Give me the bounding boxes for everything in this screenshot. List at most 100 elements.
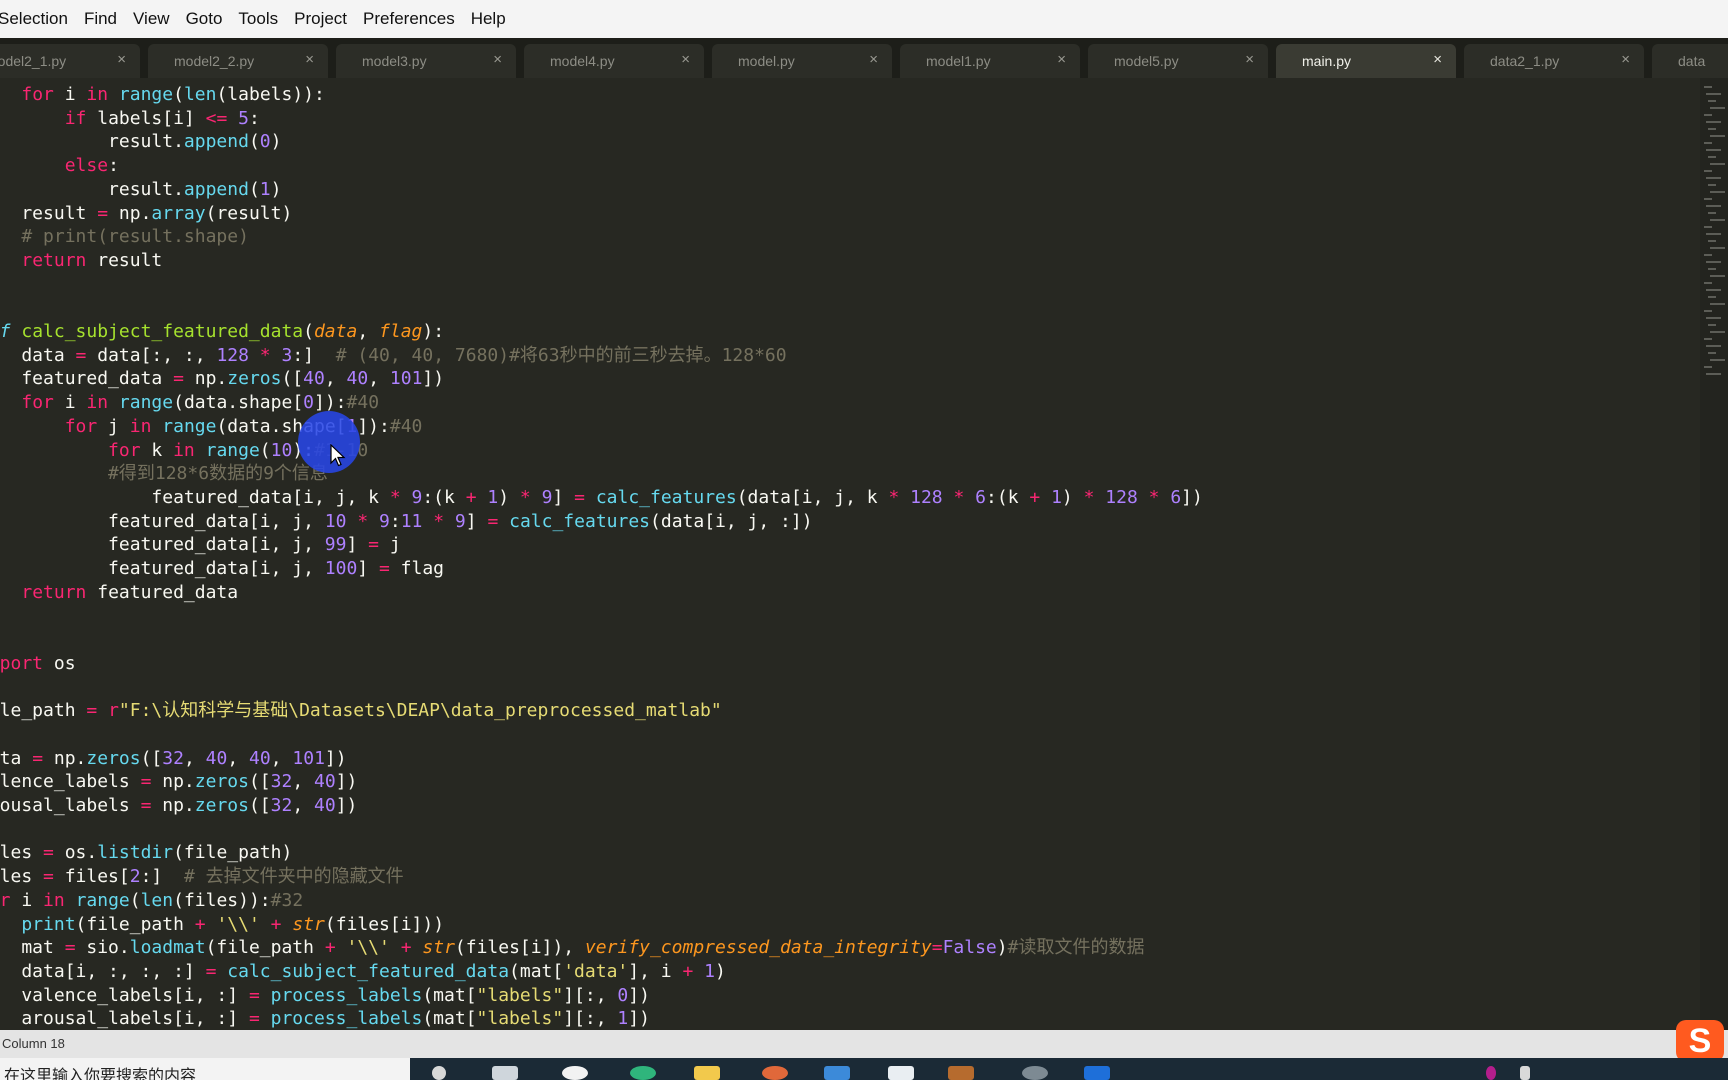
menu-item-help[interactable]: Help <box>463 9 514 29</box>
code-token: ]) <box>628 985 650 1006</box>
menu-item-preferences[interactable]: Preferences <box>355 9 463 29</box>
close-icon[interactable]: × <box>1245 51 1254 68</box>
app-icon-orange[interactable] <box>762 1066 788 1080</box>
code-token: range <box>162 416 217 437</box>
code-token: result. <box>108 179 184 200</box>
code-token: append <box>183 179 249 200</box>
code-line: featured_data = np.zeros([40, 40, 101]) <box>0 367 444 390</box>
code-token: loadmat <box>129 937 206 958</box>
code-token: * <box>1148 487 1160 508</box>
tab-data2-1[interactable]: data2_1.py × <box>1464 44 1644 78</box>
menu-item-selection[interactable]: Selection <box>0 9 76 29</box>
code-token: arousal_labels <box>0 795 130 816</box>
code-token: np. <box>151 771 195 792</box>
code-token: labels[i] <box>86 108 206 129</box>
minimap-stroke <box>1706 177 1721 179</box>
code-token: in <box>86 392 109 413</box>
menu-item-goto[interactable]: Goto <box>178 9 231 29</box>
tab-data[interactable]: data× <box>1652 44 1728 78</box>
code-token: files <box>0 842 33 863</box>
code-token: for <box>21 392 54 413</box>
code-token: range <box>118 84 174 105</box>
code-line: result = np.array(result) <box>0 202 292 225</box>
code-token: i <box>53 392 87 413</box>
close-icon[interactable]: × <box>493 51 502 68</box>
app-icon-white[interactable] <box>888 1066 914 1080</box>
code-line: mat = sio.loadmat(file_path + '\\' + str… <box>0 936 1144 959</box>
tab-model4[interactable]: model4.py × <box>524 44 704 78</box>
close-icon[interactable]: × <box>305 51 314 68</box>
app-icon-blue[interactable] <box>824 1066 850 1080</box>
code-token: calc_features <box>595 487 737 508</box>
code-token: ] <box>346 534 369 555</box>
menu-item-project[interactable]: Project <box>286 9 355 29</box>
code-token: j <box>97 416 130 437</box>
browser-icon[interactable] <box>630 1066 656 1080</box>
app-icon[interactable] <box>562 1066 588 1080</box>
minimap-stroke <box>1704 198 1712 200</box>
code-token: str <box>292 914 325 935</box>
code-token: = <box>140 795 152 816</box>
tab-model2-2[interactable]: model2_2.py × <box>148 44 328 78</box>
code-token: 0 <box>303 392 314 413</box>
tab-model[interactable]: model.py × <box>712 44 892 78</box>
code-token: 9 <box>454 511 466 532</box>
code-token: ) <box>270 131 282 152</box>
code-token: (file_path) <box>173 842 293 863</box>
search-icon[interactable] <box>432 1066 446 1080</box>
tab-model3[interactable]: model3.py × <box>336 44 516 78</box>
code-token: * <box>519 487 531 508</box>
tray-icon[interactable] <box>1486 1066 1496 1080</box>
close-icon[interactable]: × <box>1621 51 1630 68</box>
close-icon[interactable]: × <box>1433 51 1442 68</box>
close-icon[interactable]: × <box>117 51 126 68</box>
folder-icon[interactable] <box>694 1066 720 1080</box>
code-token: in <box>86 84 109 105</box>
minimap-stroke <box>1706 317 1721 319</box>
code-token: ]) <box>335 795 358 816</box>
tray-icon[interactable] <box>1520 1066 1530 1080</box>
code-token: featured_data[i, j, <box>0 534 325 555</box>
minimap-stroke <box>1704 338 1712 340</box>
code-token: "labels" <box>476 1008 564 1029</box>
code-token: = <box>140 771 152 792</box>
code-token: (data[i, j, k <box>736 487 889 508</box>
task-view-icon[interactable] <box>492 1066 518 1080</box>
tab-model2-1[interactable]: model2_1.py × <box>0 44 140 78</box>
tab-label: model.py <box>738 53 795 69</box>
code-token: 10 <box>324 511 347 532</box>
app-icon-gray[interactable] <box>1022 1066 1048 1080</box>
code-token: = <box>205 961 217 982</box>
code-token: np. <box>151 795 195 816</box>
code-token: = <box>248 985 260 1006</box>
menu-item-find[interactable]: Find <box>76 9 125 29</box>
tab-model1[interactable]: model1.py × <box>900 44 1080 78</box>
code-token: data[:, :, <box>86 345 217 366</box>
code-line: for i in range(data.shape[0]):#40 <box>0 391 379 414</box>
code-editor[interactable]: for i in range(len(labels)): if labels[i… <box>0 78 1700 1030</box>
code-line: result.append(1) <box>0 178 281 201</box>
code-token: = <box>64 937 76 958</box>
code-token: , <box>292 771 315 792</box>
minimap-stroke <box>1708 212 1716 214</box>
menu-item-tools[interactable]: Tools <box>230 9 286 29</box>
close-icon[interactable]: × <box>1057 51 1066 68</box>
tab-main[interactable]: main.py × <box>1276 44 1456 78</box>
minimap[interactable] <box>1700 78 1728 1030</box>
sublime-text-icon[interactable] <box>948 1066 974 1080</box>
close-icon[interactable]: × <box>869 51 878 68</box>
code-token: listdir <box>97 842 174 863</box>
menu-item-view[interactable]: View <box>125 9 178 29</box>
taskbar-search-box[interactable]: 在这里输入你要搜索的内容 <box>0 1058 410 1080</box>
tab-model5[interactable]: model5.py × <box>1088 44 1268 78</box>
code-token: = <box>75 345 87 366</box>
app-icon-vscode[interactable] <box>1084 1066 1110 1080</box>
close-icon[interactable]: × <box>681 51 690 68</box>
